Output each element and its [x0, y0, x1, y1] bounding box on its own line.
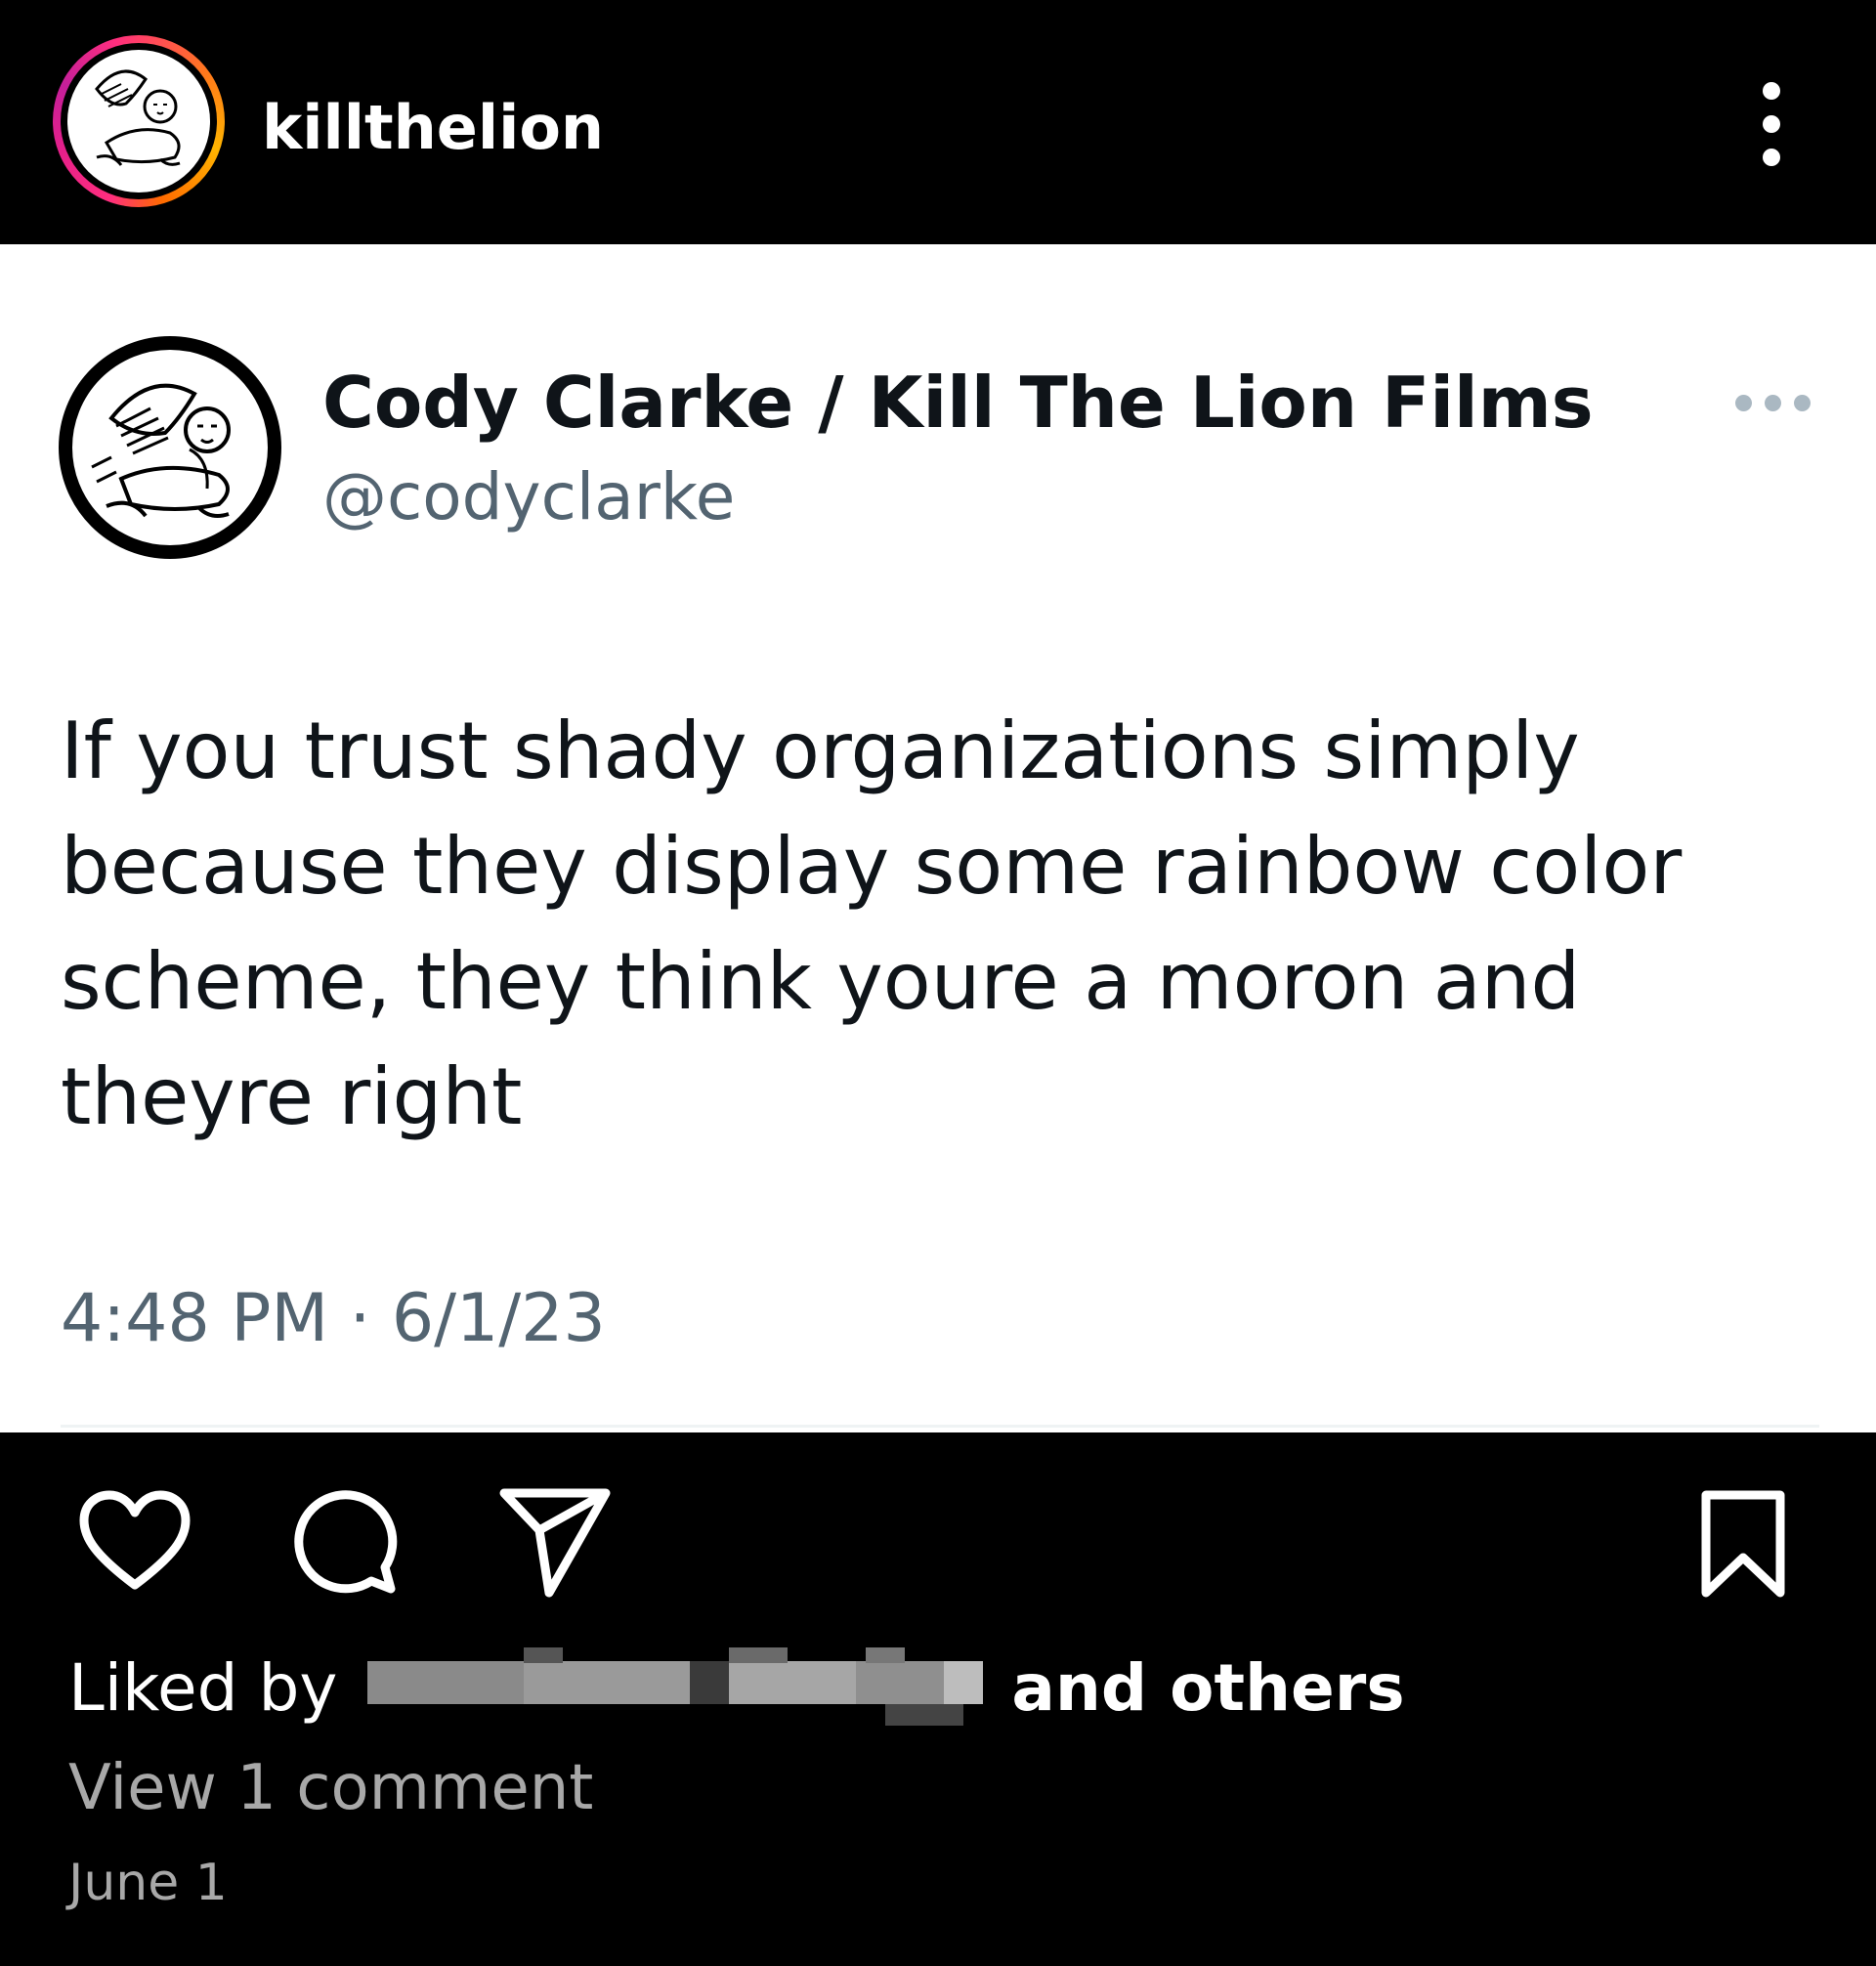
liked-by-label: Liked by: [68, 1650, 338, 1726]
liked-by-line: Liked by and others: [68, 1646, 1405, 1731]
post-actions: Liked by and others View 1 comment June …: [0, 1432, 1876, 1966]
comment-icon[interactable]: [289, 1487, 401, 1599]
more-vertical-icon[interactable]: [1747, 82, 1796, 166]
winged-lion-logo: [67, 50, 210, 192]
tweet-timestamp: 4:48 PM · 6/1/23: [61, 1280, 606, 1357]
tweet-display-name[interactable]: Cody Clarke / Kill The Lion Films: [322, 362, 1594, 444]
and-others-label[interactable]: and others: [1011, 1650, 1404, 1726]
post-header: killthelion: [0, 0, 1876, 244]
redacted-usernames: [367, 1646, 984, 1726]
post-username[interactable]: killthelion: [262, 94, 604, 162]
story-avatar[interactable]: [53, 35, 225, 207]
view-comments-link[interactable]: View 1 comment: [68, 1751, 593, 1825]
tweet-avatar: [59, 336, 281, 559]
bookmark-icon[interactable]: [1694, 1487, 1792, 1603]
post-date: June 1: [68, 1854, 228, 1912]
send-icon[interactable]: [496, 1485, 614, 1601]
heart-icon[interactable]: [76, 1489, 193, 1597]
tweet-handle[interactable]: @codyclarke: [322, 461, 735, 534]
tweet-text: If you trust shady organizations simply …: [61, 705, 1683, 1142]
more-horizontal-icon[interactable]: [1735, 391, 1812, 414]
tweet-card: Cody Clarke / Kill The Lion Films @codyc…: [0, 244, 1876, 1432]
tweet-divider: [61, 1425, 1819, 1428]
